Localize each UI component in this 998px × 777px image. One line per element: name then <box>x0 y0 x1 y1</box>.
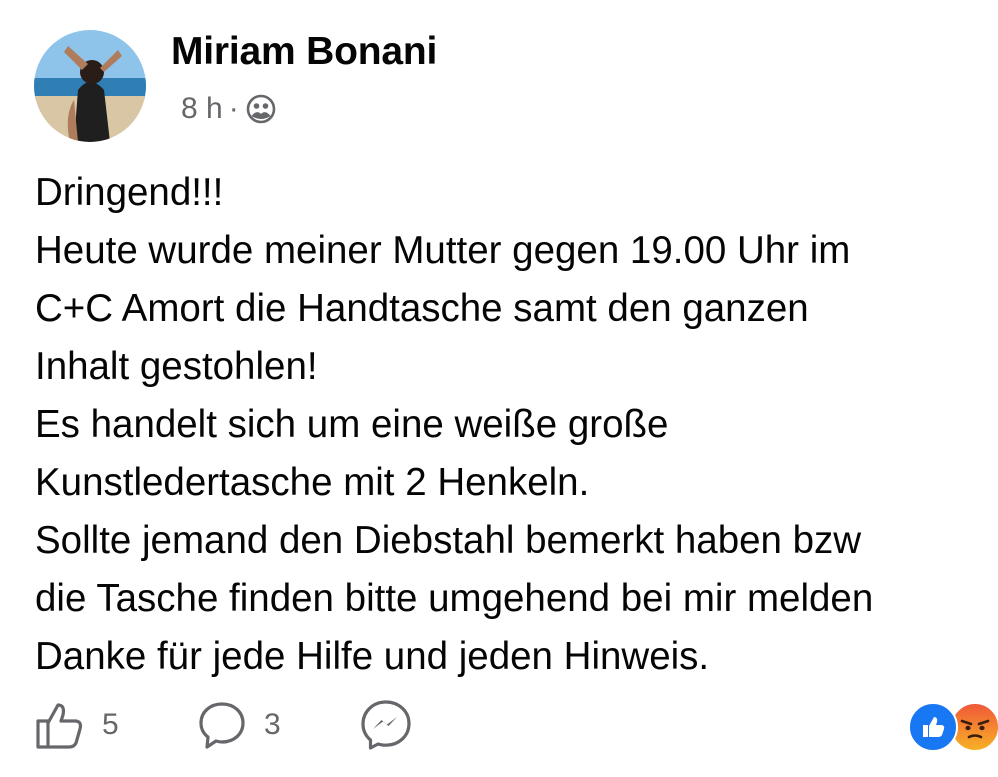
comment-icon <box>199 702 245 749</box>
post-text-line: Sollte jemand den Diebstahl bemerkt habe… <box>35 519 862 562</box>
like-button[interactable]: 5 <box>32 690 119 760</box>
facebook-post: Miriam Bonani 8 h · Dringend!!! Heute wu… <box>0 0 998 777</box>
send-button[interactable] <box>357 690 415 760</box>
avatar[interactable] <box>34 30 146 142</box>
post-text-line: Inhalt gestohlen! <box>35 345 318 388</box>
action-bar: 5 3 <box>0 690 998 760</box>
post-text: Dringend!!! Heute wurde meiner Mutter ge… <box>35 164 998 686</box>
comment-count: 3 <box>264 708 281 741</box>
post-text-line: Dringend!!! <box>35 171 224 214</box>
post-text-line: C+C Amort die Handtasche samt den ganzen <box>35 287 809 330</box>
avatar-photo <box>34 30 146 142</box>
post-text-line: Es handelt sich um eine weiße große <box>35 403 669 446</box>
post-text-line: Heute wurde meiner Mutter gegen 19.00 Uh… <box>35 229 851 272</box>
post-text-line: Kunstledertasche mit 2 Henkeln. <box>35 461 590 504</box>
thumbs-up-icon <box>36 703 83 749</box>
reactions-summary[interactable] <box>904 702 998 752</box>
like-reaction-icon <box>908 702 958 752</box>
comment-button[interactable]: 3 <box>194 690 281 760</box>
friends-icon[interactable] <box>245 93 277 125</box>
post-time[interactable]: 8 h <box>181 92 223 126</box>
post-text-line: die Tasche finden bitte umgehend bei mir… <box>35 577 874 620</box>
author-name[interactable]: Miriam Bonani <box>171 30 437 74</box>
meta-separator: · <box>228 92 239 125</box>
post-text-line: Danke für jede Hilfe und jeden Hinweis. <box>35 635 710 678</box>
like-count: 5 <box>102 708 119 741</box>
post-meta: 8 h · <box>181 92 277 126</box>
messenger-icon <box>361 700 411 750</box>
